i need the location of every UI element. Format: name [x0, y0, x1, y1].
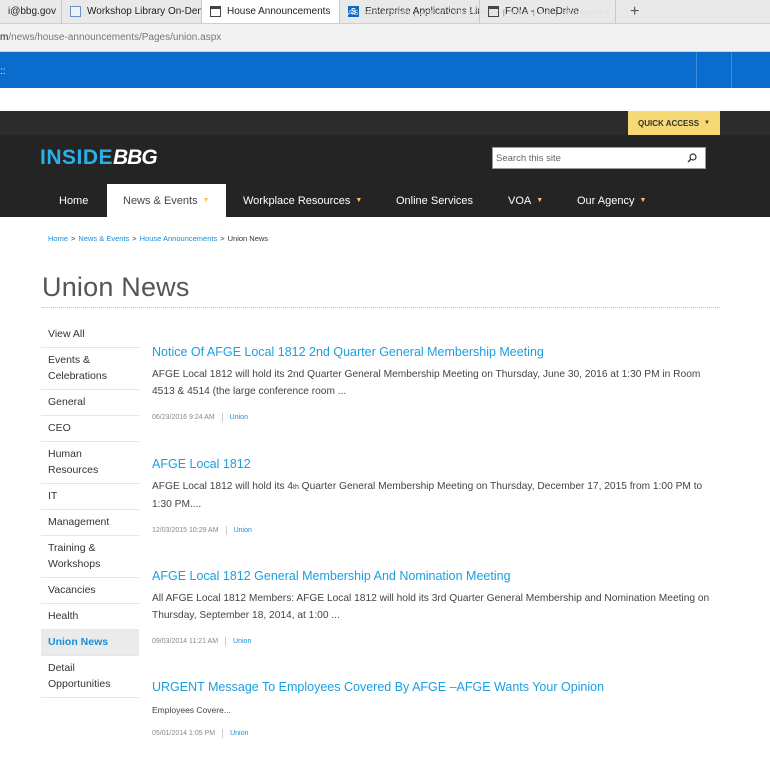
sidebar-item-health[interactable]: Health: [41, 604, 139, 630]
util-link-help[interactable]: HELP: [505, 8, 533, 17]
divider: [225, 637, 227, 646]
divider: [696, 52, 697, 88]
nav-label: Online Services: [396, 194, 474, 207]
news-item-title[interactable]: URGENT Message To Employees Covered By A…: [152, 680, 604, 694]
util-link-agency-forms[interactable]: AGENCY FORMS: [344, 8, 414, 17]
news-item-summary: Employees Covere...: [152, 705, 231, 715]
news-item: AFGE Local 1812 General Membership And N…: [152, 567, 712, 646]
summary-text: AFGE Local 1812 will hold its 4: [152, 481, 293, 492]
chevron-down-icon: ▼: [355, 197, 363, 204]
sidebar-item-view-all[interactable]: View All: [41, 322, 139, 348]
tab-label: i@bbg.gov: [8, 6, 56, 17]
news-item-date: 06/23/2016 9:24 AM: [152, 414, 215, 421]
news-item-date: 05/01/2014 1:05 PM: [152, 729, 216, 737]
new-tab-button[interactable]: +: [616, 0, 653, 23]
breadcrumb-separator: >: [71, 234, 76, 243]
quick-access-label: QUICK ACCESS: [638, 118, 700, 128]
chevron-down-icon: ▼: [536, 197, 544, 204]
divider: [221, 413, 223, 422]
sidebar-item-human-resources[interactable]: Human Resources: [41, 442, 139, 484]
quick-access-button[interactable]: QUICK ACCESS ▼: [628, 111, 720, 135]
nav-label: VOA: [508, 194, 532, 207]
nav-voa[interactable]: VOA ▼: [508, 184, 543, 217]
news-item-date: 12/03/2015 10:29 AM: [152, 527, 219, 534]
search-box: [492, 147, 706, 169]
category-sidebar: View All Events & Celebrations General C…: [41, 322, 139, 698]
news-item: URGENT Message To Employees Covered By A…: [152, 678, 712, 738]
chevron-down-icon: ▼: [639, 197, 647, 204]
news-item-summary: AFGE Local 1812 will hold its 2nd Quarte…: [152, 369, 701, 397]
sidebar-item-training-workshops[interactable]: Training & Workshops: [41, 536, 139, 578]
news-item-summary: AFGE Local 1812 will hold its 4th Quarte…: [152, 479, 712, 513]
nav-workplace-resources[interactable]: Workplace Resources ▼: [243, 184, 362, 217]
logo-text-bbg: BBG: [113, 146, 158, 169]
presentation-icon: [70, 6, 81, 17]
divider: [225, 526, 227, 535]
logo-text-inside: INSIDE: [40, 146, 114, 169]
browser-tab[interactable]: Workshop Library On-Dema: [62, 0, 202, 23]
sidebar-item-it[interactable]: IT: [41, 484, 139, 510]
sidebar-item-vacancies[interactable]: Vacancies: [41, 578, 139, 604]
chevron-down-icon: ▼: [202, 197, 210, 204]
window-icon: [210, 6, 221, 17]
breadcrumb-separator: >: [132, 234, 137, 243]
sidebar-item-union-news[interactable]: Union News: [41, 630, 139, 656]
divider: [222, 728, 224, 738]
nav-label: Home: [59, 194, 89, 207]
nav-our-agency[interactable]: Our Agency ▼: [577, 184, 646, 217]
sidebar-item-ceo[interactable]: CEO: [41, 416, 139, 442]
search-icon[interactable]: [683, 148, 701, 168]
nav-home[interactable]: Home: [59, 184, 88, 217]
sidebar-item-management[interactable]: Management: [41, 510, 139, 536]
sidebar-item-detail-opportunities[interactable]: Detail Opportunities: [41, 656, 139, 698]
news-item-meta: 06/23/2016 9:24 AM Union: [152, 413, 712, 422]
news-item-date: 09/03/2014 11:21 AM: [152, 638, 219, 645]
chevron-down-icon: ▼: [704, 120, 710, 126]
news-item-title[interactable]: Notice Of AFGE Local 1812 2nd Quarter Ge…: [152, 345, 544, 359]
news-item-category[interactable]: Union: [230, 730, 248, 737]
utility-links: AGENCY FORMS | AGENCY DIRECTORY | HELP |…: [344, 0, 613, 24]
news-item: AFGE Local 1812 AFGE Local 1812 will hol…: [152, 455, 712, 535]
breadcrumb-link[interactable]: Home: [48, 234, 68, 243]
page-title: Union News: [42, 272, 190, 302]
tab-label: House Announcements: [227, 6, 331, 17]
nav-label: Our Agency: [577, 194, 635, 207]
nav-label: Workplace Resources: [243, 194, 351, 207]
divider: [42, 307, 720, 308]
nav-online-services[interactable]: Online Services: [396, 184, 473, 217]
news-item-title[interactable]: AFGE Local 1812: [152, 457, 251, 471]
news-item-title[interactable]: AFGE Local 1812 General Membership And N…: [152, 569, 511, 583]
site-logo[interactable]: INSIDE BBG: [40, 146, 158, 170]
util-link-bbg-alerts[interactable]: BBG ALERTS: [557, 8, 613, 17]
news-item-category[interactable]: Union: [233, 638, 251, 645]
breadcrumb-link[interactable]: House Announcements: [140, 234, 218, 243]
address-path: /news/house-announcements/Pages/union.as…: [8, 32, 222, 43]
suite-bar: ::: [0, 52, 770, 88]
breadcrumb-link[interactable]: News & Events: [78, 234, 129, 243]
app-launcher-icon[interactable]: ::: [0, 66, 6, 77]
util-link-a-z[interactable]: A-Z: [535, 8, 555, 17]
browser-tab-active[interactable]: House Announcements ×: [202, 0, 340, 23]
tab-label: Workshop Library On-Dema: [87, 6, 202, 17]
divider: [731, 52, 732, 88]
search-input[interactable]: [493, 148, 683, 168]
util-link-agency-directory[interactable]: AGENCY DIRECTORY: [416, 8, 503, 17]
news-item-category[interactable]: Union: [234, 527, 252, 534]
news-item-meta: 05/01/2014 1:05 PM Union: [152, 728, 712, 738]
nav-label: News & Events: [123, 194, 198, 207]
news-item-meta: 12/03/2015 10:29 AM Union: [152, 526, 712, 535]
sidebar-item-general[interactable]: General: [41, 390, 139, 416]
address-host: m: [0, 32, 9, 43]
news-item: Notice Of AFGE Local 1812 2nd Quarter Ge…: [152, 343, 712, 422]
news-item-category[interactable]: Union: [230, 414, 248, 421]
news-item-meta: 09/03/2014 11:21 AM Union: [152, 637, 712, 646]
browser-tab[interactable]: i@bbg.gov: [0, 0, 62, 23]
news-item-summary: All AFGE Local 1812 Members: AFGE Local …: [152, 593, 710, 621]
nav-news-events[interactable]: News & Events ▼: [107, 184, 226, 217]
breadcrumb-current: Union News: [227, 234, 269, 243]
breadcrumb: Home > News & Events > House Announcemen…: [48, 234, 268, 243]
sidebar-item-events-celebrations[interactable]: Events & Celebrations: [41, 348, 139, 390]
address-bar[interactable]: m/news/house-announcements/Pages/union.a…: [0, 24, 770, 52]
breadcrumb-separator: >: [220, 234, 225, 243]
